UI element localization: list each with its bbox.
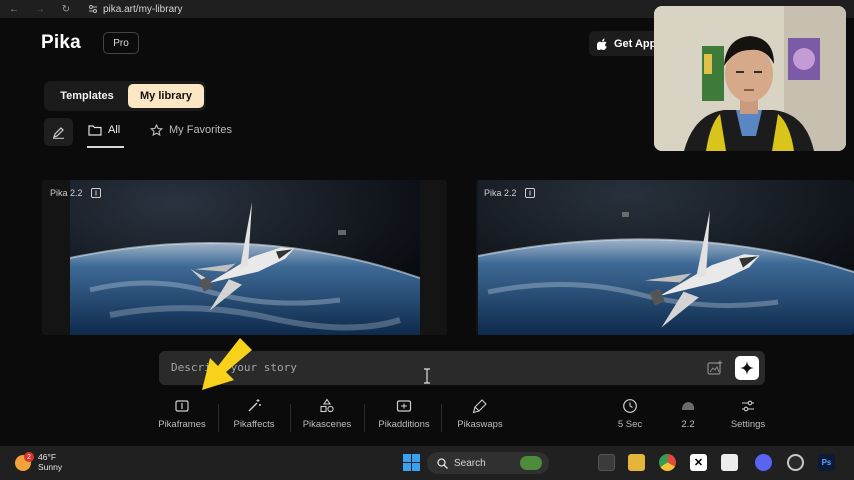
- forward-icon[interactable]: →: [32, 4, 48, 15]
- snipping-tool-icon[interactable]: [721, 454, 738, 471]
- text-cursor-icon: [424, 368, 430, 384]
- library-tabs: Templates My library: [44, 81, 206, 111]
- model-name: Pika 2.2: [484, 188, 517, 198]
- tool-label: Pikascenes: [302, 419, 352, 430]
- pencil-icon: [53, 126, 64, 139]
- tool-label: Pikadditions: [378, 419, 430, 430]
- clock-icon: [623, 399, 637, 413]
- task-view-icon[interactable]: [598, 454, 615, 471]
- yellow-arrow-icon: [202, 338, 252, 390]
- image-upload-icon[interactable]: [707, 360, 723, 376]
- frame-icon: [524, 188, 535, 198]
- toolbar-divider: [290, 404, 291, 432]
- tool-pikaswaps[interactable]: Pikaswaps: [449, 398, 511, 436]
- filter-all-label: All: [108, 124, 121, 136]
- tab-templates[interactable]: Templates: [48, 84, 126, 108]
- toolbar-divider: [441, 404, 442, 432]
- toolbar-divider: [218, 404, 219, 432]
- tool-label: 5 Sec: [617, 419, 643, 430]
- video-card[interactable]: Pika 2.2: [42, 180, 447, 335]
- brush-icon: [472, 399, 487, 414]
- weather-widget[interactable]: 2 46°F Sunny: [13, 452, 62, 472]
- weather-text: 46°F Sunny: [38, 452, 62, 472]
- add-frame-icon: [396, 400, 412, 412]
- card-model-label: Pika 2.2: [50, 188, 101, 198]
- chrome-icon[interactable]: [659, 454, 676, 471]
- tab-my-library[interactable]: My library: [128, 84, 204, 108]
- search-icon: [437, 457, 448, 469]
- filter-all[interactable]: All: [88, 121, 120, 139]
- apple-icon: [597, 38, 607, 50]
- magic-wand-icon: [248, 399, 261, 412]
- plan-badge: Pro: [103, 32, 139, 54]
- photoshop-icon[interactable]: Ps: [818, 454, 835, 471]
- url-text: pika.art/my-library: [103, 3, 183, 15]
- taskbar-search[interactable]: Search: [427, 452, 549, 474]
- video-card[interactable]: Pika 2.2: [476, 180, 854, 335]
- weather-badge: 2: [24, 452, 34, 462]
- model-selector[interactable]: 2.2: [657, 398, 719, 436]
- back-icon[interactable]: ←: [6, 4, 22, 15]
- sparkle-icon: [740, 361, 754, 375]
- tool-label: Settings: [730, 419, 766, 430]
- screen: ← → ↻ pika.art/my-library Pika Pro Get A…: [0, 0, 854, 480]
- active-filter-indicator: [87, 146, 124, 148]
- reload-icon[interactable]: ↻: [58, 4, 74, 15]
- filter-favorites-label: My Favorites: [169, 124, 232, 136]
- tool-label: Pikaffects: [233, 419, 275, 430]
- card-model-label: Pika 2.2: [484, 188, 535, 198]
- tool-pikascenes[interactable]: Pikascenes: [296, 398, 358, 436]
- file-explorer-icon[interactable]: [628, 454, 645, 471]
- site-info-icon[interactable]: [88, 4, 98, 14]
- space-shuttle-thumbnail[interactable]: [478, 180, 854, 335]
- tool-label: Pikaswaps: [457, 419, 503, 430]
- tool-label: Pikaframes: [158, 419, 206, 430]
- tool-label: 2.2: [681, 419, 695, 430]
- tool-pikaframes[interactable]: Pikaframes: [151, 398, 213, 436]
- weather-temp: 46°F: [38, 452, 57, 462]
- presenter-video: [654, 6, 846, 151]
- model-name: Pika 2.2: [50, 188, 83, 198]
- pika-logo[interactable]: Pika: [41, 32, 81, 54]
- edit-button[interactable]: [44, 118, 73, 146]
- cloud-icon: [682, 402, 694, 410]
- pikaframes-icon: [175, 400, 189, 412]
- star-icon: [150, 123, 163, 136]
- search-label: Search: [454, 457, 486, 469]
- obs-icon[interactable]: [787, 454, 804, 471]
- frame-icon: [90, 188, 101, 198]
- windows-taskbar: 2 46°F Sunny Search ✕ Ps: [0, 446, 854, 480]
- shapes-icon: [320, 398, 334, 413]
- settings-button[interactable]: Settings: [717, 398, 779, 436]
- folder-icon: [88, 125, 102, 136]
- webcam-overlay: [654, 6, 846, 151]
- toolbar-divider: [364, 404, 365, 432]
- capcut-icon[interactable]: ✕: [690, 454, 707, 471]
- get-app-label: Get App: [614, 37, 657, 50]
- sliders-icon: [742, 400, 754, 412]
- shuttle-scene: [70, 180, 420, 335]
- weather-desc: Sunny: [38, 462, 63, 472]
- address-bar[interactable]: pika.art/my-library: [88, 4, 182, 15]
- sun-icon: 2: [13, 452, 34, 472]
- search-highlight-icon: [519, 456, 542, 470]
- duration-selector[interactable]: 5 Sec: [599, 398, 661, 436]
- windows-start-icon[interactable]: [403, 454, 420, 471]
- tool-pikadditions[interactable]: Pikadditions: [373, 398, 435, 436]
- shuttle-scene: [478, 180, 854, 335]
- tool-pikaffects[interactable]: Pikaffects: [223, 398, 285, 436]
- generate-button[interactable]: [735, 356, 759, 380]
- space-shuttle-thumbnail[interactable]: [70, 180, 420, 335]
- discord-icon[interactable]: [755, 454, 772, 471]
- filter-favorites[interactable]: My Favorites: [150, 121, 232, 139]
